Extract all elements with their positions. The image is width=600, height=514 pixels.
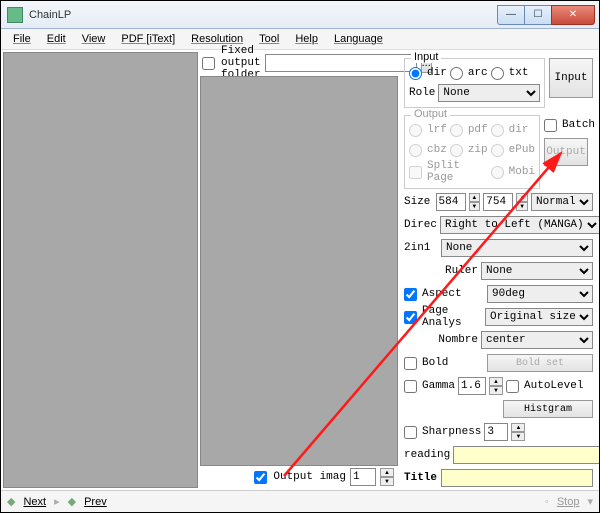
input-arc-radio[interactable] (450, 67, 463, 80)
out-pdf-radio (450, 124, 463, 137)
out-mobi-radio (491, 166, 504, 179)
split-page-checkbox (409, 166, 422, 179)
page-analysis-label: Page Analys (422, 305, 482, 329)
app-icon (7, 7, 23, 23)
histgram-button[interactable]: Histgram (503, 400, 593, 418)
size-h[interactable] (483, 193, 513, 211)
maximize-button[interactable]: ☐ (524, 5, 552, 25)
preview-pane: Fixed output folder ... Output imag ▲▼ (200, 52, 398, 488)
nombre-label: Nombre (404, 334, 478, 346)
settings-pane: Input dir arc txt Role None Input Output… (398, 50, 599, 490)
titlebar: ChainLP — ☐ ✕ (1, 1, 599, 29)
autolevel-label: AutoLevel (524, 380, 583, 392)
size-h-spinner[interactable]: ▲▼ (516, 193, 528, 211)
out-zip-radio (450, 144, 463, 157)
twoin1-select[interactable]: None (441, 239, 593, 257)
close-button[interactable]: ✕ (551, 5, 595, 25)
sharpness-checkbox[interactable] (404, 426, 417, 439)
bold-checkbox[interactable] (404, 357, 417, 370)
sharpness-label: Sharpness (422, 426, 481, 438)
output-imag-value[interactable] (350, 468, 376, 486)
ruler-select[interactable]: None (481, 262, 593, 280)
next-icon: ◆ (7, 495, 15, 508)
menu-help[interactable]: Help (287, 31, 326, 47)
reading1-input[interactable] (453, 446, 599, 464)
output-legend: Output (411, 108, 450, 120)
gamma-checkbox[interactable] (404, 380, 417, 393)
input-legend: Input (411, 51, 441, 63)
output-button[interactable]: Output (544, 138, 588, 166)
output-imag-spinner[interactable]: ▲▼ (380, 468, 394, 486)
role-label: Role (409, 87, 435, 99)
menu-pdf[interactable]: PDF [iText] (113, 31, 183, 47)
out-dir-radio (491, 124, 504, 137)
title-label: Title (404, 472, 438, 484)
prev-icon: ◆ (68, 495, 76, 508)
aspect-select[interactable]: 90deg (487, 285, 593, 303)
ruler-label: Ruler (404, 265, 478, 277)
out-lrf-radio (409, 124, 422, 137)
page-analysis-select[interactable]: Original size (485, 308, 593, 326)
fixed-output-path[interactable] (265, 54, 417, 72)
batch-checkbox[interactable] (544, 119, 557, 132)
menu-edit[interactable]: Edit (39, 31, 74, 47)
aspect-label: Aspect (422, 288, 484, 300)
out-epub-radio (491, 144, 504, 157)
size-label: Size (404, 196, 433, 208)
menu-view[interactable]: View (74, 31, 114, 47)
gamma-spinner[interactable]: ▲▼ (489, 377, 503, 395)
bold-set-button[interactable]: Bold set (487, 354, 593, 372)
direc-select[interactable]: Right to Left (MANGA) (440, 216, 599, 234)
sharpness-value[interactable] (484, 423, 508, 441)
bold-label: Bold (422, 357, 484, 369)
sharpness-spinner[interactable]: ▲▼ (511, 423, 525, 441)
next-button[interactable]: Next (23, 496, 46, 508)
role-select[interactable]: None (438, 84, 540, 102)
input-txt-radio[interactable] (491, 67, 504, 80)
file-list-pane[interactable] (3, 52, 198, 488)
output-imag-checkbox[interactable] (254, 471, 267, 484)
nombre-select[interactable]: center (481, 331, 593, 349)
aspect-checkbox[interactable] (404, 288, 417, 301)
minimize-button[interactable]: — (497, 5, 525, 25)
output-imag-label: Output imag (273, 471, 346, 483)
direc-label: Direc (404, 219, 437, 231)
fixed-output-checkbox[interactable] (202, 57, 215, 70)
preview-canvas[interactable] (200, 76, 398, 466)
input-dir-radio[interactable] (409, 67, 422, 80)
gamma-label: Gamma (422, 380, 455, 392)
prev-button[interactable]: Prev (84, 496, 107, 508)
size-w-spinner[interactable]: ▲▼ (469, 193, 481, 211)
status-bar: ◆ Next ▸ ◆ Prev ◦ Stop ▾ (1, 490, 599, 512)
input-group: Input dir arc txt Role None (404, 58, 545, 108)
autolevel-checkbox[interactable] (506, 380, 519, 393)
size-mode-select[interactable]: Normal (531, 193, 593, 211)
size-w[interactable] (436, 193, 466, 211)
reading1-label: reading (404, 449, 450, 461)
input-button[interactable]: Input (549, 58, 593, 98)
page-analysis-checkbox[interactable] (404, 311, 417, 324)
menubar: File Edit View PDF [iText] Resolution To… (1, 29, 599, 50)
menu-language[interactable]: Language (326, 31, 391, 47)
title-input[interactable] (441, 469, 593, 487)
stop-button[interactable]: Stop (557, 496, 580, 508)
gamma-value[interactable] (458, 377, 486, 395)
window-title: ChainLP (29, 9, 498, 21)
out-cbz-radio (409, 144, 422, 157)
menu-file[interactable]: File (5, 31, 39, 47)
output-group: Output lrf pdf dir cbz zip ePub Split Pa… (404, 115, 540, 189)
twoin1-label: 2in1 (404, 242, 438, 254)
